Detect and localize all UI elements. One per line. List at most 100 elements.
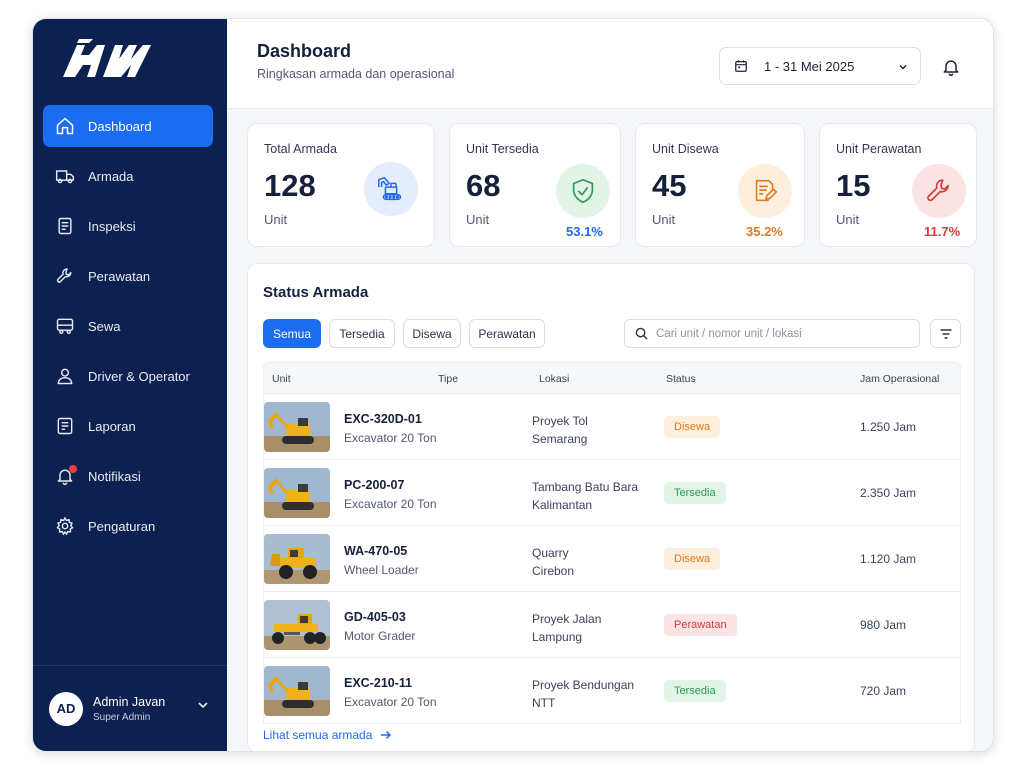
page-header: Dashboard Ringkasan armada dan operasion… <box>227 19 993 109</box>
stat-unit: Unit <box>652 212 676 227</box>
page-title: Dashboard <box>257 41 352 61</box>
avatar: AD <box>49 691 83 726</box>
unit-type: Excavator 20 Ton <box>344 695 437 709</box>
sidebar-item-label: Pengaturan <box>88 518 156 534</box>
unit-type: Motor Grader <box>344 629 416 643</box>
arrow-right-icon <box>381 730 392 740</box>
operating-hours: 1.250 Jam <box>860 420 917 434</box>
stat-label: Total Armada <box>264 142 337 156</box>
status-badge: Tersedia <box>664 680 726 702</box>
stat-value: 68 <box>466 168 501 203</box>
location-line: Proyek Jalan <box>532 612 602 626</box>
operating-hours: 1.120 Jam <box>860 552 917 566</box>
page-subtitle: Ringkasan armada dan operasional <box>257 67 455 81</box>
unit-location: Proyek Jalan Lampung <box>532 610 662 646</box>
location-line: Tambang Batu Bara <box>532 480 639 494</box>
status-badge: Perawatan <box>664 614 737 636</box>
home-icon <box>54 115 76 137</box>
excavator-icon <box>364 162 418 216</box>
search-box <box>624 319 920 348</box>
tab-tersedia[interactable]: Tersedia <box>329 319 395 348</box>
column-header: Tipe <box>438 373 459 385</box>
tab-semua[interactable]: Semua <box>263 319 321 348</box>
van-icon <box>54 315 76 337</box>
stat-unit: Unit <box>264 212 288 227</box>
operating-hours: 2.350 Jam <box>860 486 917 500</box>
sidebar-item-label: Laporan <box>88 418 136 434</box>
chevron-down-icon[interactable] <box>197 699 209 711</box>
stat-card-unit-perawatan[interactable]: Unit Perawatan 15 Unit 11.7% <box>819 123 977 247</box>
stat-card-unit-tersedia[interactable]: Unit Tersedia 68 Unit 53.1% <box>449 123 621 247</box>
sidebar-item-label: Perawatan <box>88 268 151 284</box>
status-armada-panel: Status Armada Semua Tersedia Disewa Pera… <box>247 263 975 751</box>
document-pen-icon <box>738 164 792 218</box>
user-profile[interactable]: AD Admin Javan Super Admin <box>33 665 227 751</box>
sidebar-item-notifikasi[interactable]: Notifikasi <box>43 455 213 497</box>
wrench-icon <box>54 265 76 287</box>
sidebar-item-inspeksi[interactable]: Inspeksi <box>43 205 213 247</box>
location-line: Quarry <box>532 546 569 560</box>
sidebar-item-armada[interactable]: Armada <box>43 155 213 197</box>
wrench-icon <box>912 164 966 218</box>
date-range-picker[interactable]: 1 - 31 Mei 2025 <box>719 47 921 85</box>
location-line: Kalimantan <box>532 498 593 512</box>
column-header: Unit <box>272 373 291 385</box>
stat-label: Unit Tersedia <box>466 142 539 156</box>
table-row[interactable]: GD-405-03 Motor Grader Proyek Jalan Lampung… <box>263 592 961 658</box>
location-line: Proyek Tol <box>532 414 588 428</box>
sidebar-item-sewa[interactable]: Sewa <box>43 305 213 347</box>
table-row[interactable]: EXC-320D-01 Excavator 20 Ton Proyek Tol Sem… <box>263 394 961 460</box>
unit-type: Excavator 20 Ton <box>344 431 437 445</box>
filter-button[interactable] <box>930 319 961 348</box>
unit-location: Tambang Batu Bara Kalimantan <box>532 478 662 514</box>
operating-hours: 720 Jam <box>860 684 907 698</box>
unit-location: Quarry Cirebon <box>532 544 662 580</box>
unit-thumbnail <box>264 666 330 716</box>
tab-perawatan[interactable]: Perawatan <box>469 319 545 348</box>
search-icon <box>635 327 648 340</box>
stat-card-unit-disewa[interactable]: Unit Disewa 45 Unit 35.2% <box>635 123 805 247</box>
user-role: Super Admin <box>93 711 151 723</box>
location-line: Cirebon <box>532 564 575 578</box>
location-line: Semarang <box>532 432 588 446</box>
status-badge: Disewa <box>664 416 721 438</box>
sidebar-item-label: Armada <box>88 168 134 184</box>
truck-icon <box>54 165 76 187</box>
sidebar-item-label: Notifikasi <box>88 468 141 484</box>
unit-thumbnail <box>264 534 330 584</box>
table-row[interactable]: WA-470-05 Wheel Loader Quarry Cirebon Disewa… <box>263 526 961 592</box>
column-header: Lokasi <box>539 373 570 385</box>
unit-type: Excavator 20 Ton <box>344 497 437 511</box>
user-icon <box>54 365 76 387</box>
stat-value: 45 <box>652 168 687 203</box>
sidebar-item-dashboard[interactable]: Dashboard <box>43 105 213 147</box>
table-row[interactable]: PC-200-07 Excavator 20 Ton Tambang Batu Ba… <box>263 460 961 526</box>
tab-disewa[interactable]: Disewa <box>403 319 461 348</box>
calendar-icon <box>735 60 747 72</box>
unit-code: WA-470-05 <box>344 544 408 558</box>
section-title: Status Armada <box>263 284 369 301</box>
stat-percentage: 11.7% <box>924 224 961 239</box>
see-all-link[interactable]: Lihat semua armada <box>263 728 392 742</box>
stat-label: Unit Disewa <box>652 142 719 156</box>
sidebar-item-pengaturan[interactable]: Pengaturan <box>43 505 213 547</box>
unit-code: EXC-320D-01 <box>344 412 422 426</box>
status-badge: Disewa <box>664 548 721 570</box>
sidebar-nav: Dashboard Armada Inspeksi Perawatan Sewa… <box>43 105 213 555</box>
unit-type: Wheel Loader <box>344 563 419 577</box>
app-window: Dashboard Armada Inspeksi Perawatan Sewa… <box>32 18 994 752</box>
location-line: Proyek Bendungan <box>532 678 635 692</box>
sidebar-item-perawatan[interactable]: Perawatan <box>43 255 213 297</box>
gear-icon <box>54 515 76 537</box>
sidebar-item-driver-operator[interactable]: Driver & Operator <box>43 355 213 397</box>
table-row[interactable]: EXC-210-11 Excavator 20 Ton Proyek Bendung… <box>263 658 961 724</box>
sidebar-item-label: Dashboard <box>88 118 152 134</box>
sidebar: Dashboard Armada Inspeksi Perawatan Sewa… <box>33 19 227 751</box>
bell-icon[interactable] <box>941 57 961 77</box>
date-range-value: 1 - 31 Mei 2025 <box>764 58 855 74</box>
report-icon <box>54 415 76 437</box>
unit-code: EXC-210-11 <box>344 676 413 690</box>
sidebar-item-laporan[interactable]: Laporan <box>43 405 213 447</box>
stat-card-total-armada[interactable]: Total Armada 128 Unit <box>247 123 435 247</box>
search-input[interactable] <box>656 327 896 340</box>
